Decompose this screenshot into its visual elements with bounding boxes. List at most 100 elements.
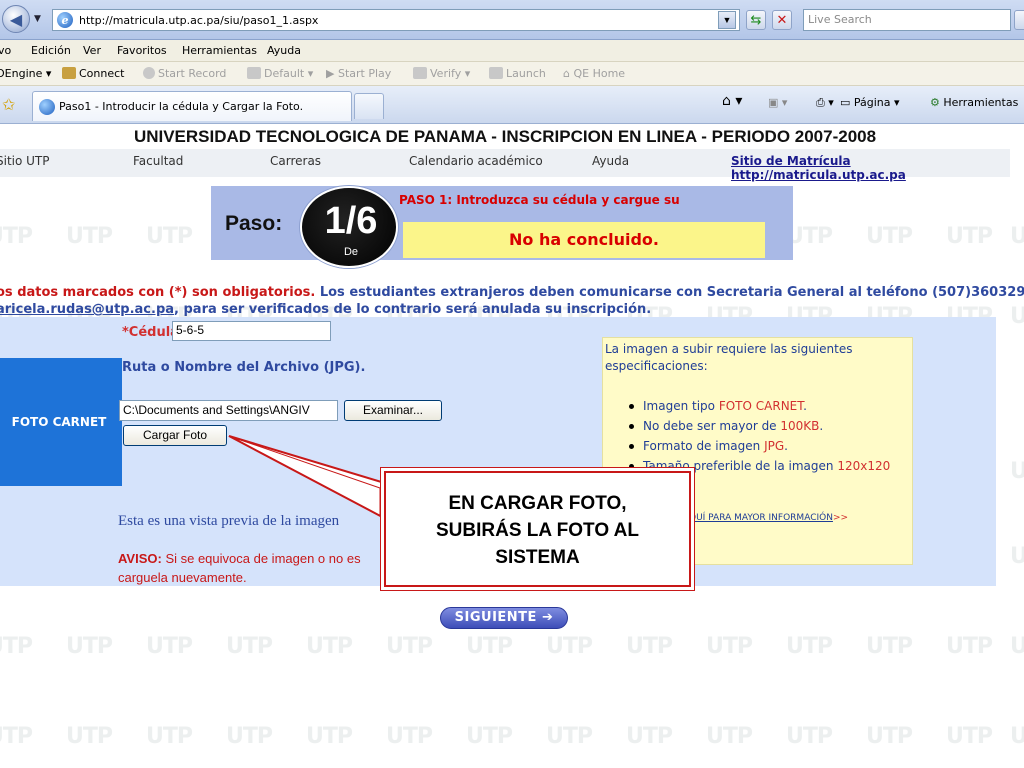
url-field[interactable]: e http://matricula.utp.ac.pa/siu/paso1_1… xyxy=(52,9,740,31)
utp-watermark: UTP xyxy=(66,224,113,249)
tab-bar: ✩ Paso1 - Introducir la cédula y Cargar … xyxy=(0,86,1024,124)
utp-watermark: UTP xyxy=(1010,634,1024,659)
utp-watermark: UTP xyxy=(66,634,113,659)
obligatory-red-text: os datos marcados con (*) son obligatori… xyxy=(0,285,316,300)
spec-item: Formato de imagen JPG. xyxy=(627,436,912,456)
verify-icon xyxy=(413,67,427,79)
step-message: PASO 1: Introduzca su cédula y cargue su… xyxy=(399,193,679,207)
utp-watermark: UTP xyxy=(946,634,993,659)
step-status: No ha concluido. xyxy=(403,222,765,258)
stop-icon[interactable]: ✕ xyxy=(772,10,792,30)
utp-watermark: UTP xyxy=(226,634,273,659)
tools-menu[interactable]: ⚙ Herramientas xyxy=(930,96,1018,109)
obligatory-text-2: , para ser verificados de lo contrario s… xyxy=(174,302,652,317)
more-info-link[interactable]: AQUÍ PARA MAYOR INFORMACIÓN>> xyxy=(683,513,848,523)
search-go-icon[interactable] xyxy=(1014,10,1024,30)
connect-button[interactable]: Connect xyxy=(62,67,124,80)
page-title: UNIVERSIDAD TECNOLOGICA DE PANAMA - INSC… xyxy=(133,127,877,146)
back-icon[interactable]: ◀ xyxy=(2,5,30,33)
utp-watermark: UTP xyxy=(786,634,833,659)
menu-ayuda[interactable]: Ayuda xyxy=(267,44,301,57)
utp-watermark: UTP xyxy=(0,634,33,659)
default-dropdown[interactable]: Default ▾ xyxy=(247,67,313,80)
qengine-toolbar: OEngine ▾ Connect Start Record Default ▾… xyxy=(0,62,1024,86)
utp-watermark: UTP xyxy=(306,634,353,659)
next-button[interactable]: SIGUIENTE ➔ xyxy=(440,607,568,629)
spec-item: Imagen tipo FOTO CARNET. xyxy=(627,396,912,416)
callout-box: EN CARGAR FOTO, SUBIRÁS LA FOTO AL SISTE… xyxy=(384,471,691,587)
menu-favoritos[interactable]: Favoritos xyxy=(117,44,167,57)
file-path-label: Ruta o Nombre del Archivo (JPG). xyxy=(122,360,366,375)
menu-archivo[interactable]: vo xyxy=(0,44,11,57)
browse-button[interactable]: Examinar... xyxy=(344,400,442,421)
aviso-line-2: carguela nuevamente. xyxy=(118,570,247,585)
utp-watermark: UTP xyxy=(866,634,913,659)
utp-watermark: UTP xyxy=(1010,544,1024,569)
nav-ayuda[interactable]: Ayuda xyxy=(592,154,629,168)
utp-watermark: UTP xyxy=(146,724,193,749)
utp-watermark: UTP xyxy=(146,224,193,249)
utp-watermark: UTP xyxy=(546,724,593,749)
refresh-icon[interactable]: ⇆ xyxy=(746,10,766,30)
ie-tab-icon xyxy=(39,98,55,115)
nav-facultad[interactable]: Facultad xyxy=(133,154,183,168)
launch-icon xyxy=(489,67,503,79)
aviso-line-1: Si se equivoca de imagen o no es xyxy=(161,551,361,566)
utp-watermark: UTP xyxy=(546,634,593,659)
utp-watermark: UTP xyxy=(626,724,673,749)
utp-watermark: UTP xyxy=(626,634,673,659)
menu-ver[interactable]: Ver xyxy=(83,44,101,57)
utp-watermark: UTP xyxy=(0,224,33,249)
page-menu[interactable]: ▭ Página ▾ xyxy=(840,96,900,109)
file-path-input[interactable]: C:\Documents and Settings\ANGIV xyxy=(119,400,338,421)
callout-text: EN CARGAR FOTO, SUBIRÁS LA FOTO AL SISTE… xyxy=(435,493,640,568)
email-link[interactable]: aricela.rudas@utp.ac.pa xyxy=(0,302,174,317)
favorites-star-icon[interactable]: ✩ xyxy=(2,95,15,114)
spec-intro: La imagen a subir requiere las siguiente… xyxy=(605,342,853,373)
nav-carreras[interactable]: Carreras xyxy=(270,154,321,168)
obligatory-notice: os datos marcados con (*) son obligatori… xyxy=(0,284,1024,318)
utp-watermark: UTP xyxy=(946,724,993,749)
verify-button[interactable]: Verify ▾ xyxy=(413,67,470,80)
upload-photo-button[interactable]: Cargar Foto xyxy=(123,425,227,446)
url-dropdown-icon[interactable]: ▼ xyxy=(718,11,736,29)
menu-bar: vo Edición Ver Favoritos Herramientas Ay… xyxy=(0,40,1024,62)
nav-matricula-link[interactable]: Sitio de Matrícula http://matricula.utp.… xyxy=(731,154,1010,182)
home-icon-small: ⌂ xyxy=(563,67,570,80)
nav-sitio-utp[interactable]: Sitio UTP xyxy=(0,154,50,168)
connect-icon xyxy=(62,67,76,79)
spec-list: Imagen tipo FOTO CARNET. No debe ser may… xyxy=(627,396,912,476)
qengine-menu[interactable]: OEngine ▾ xyxy=(0,67,51,80)
utp-watermark: UTP xyxy=(226,724,273,749)
feeds-icon[interactable]: ▣ ▾ xyxy=(768,96,787,109)
default-icon xyxy=(247,67,261,79)
step-circle: 1/6 De xyxy=(300,186,398,268)
start-play-button[interactable]: ▶ Start Play xyxy=(326,67,391,80)
history-dropdown-icon[interactable]: ▼ xyxy=(34,14,41,24)
step-banner: Paso: 1/6 De PASO 1: Introduzca su cédul… xyxy=(211,186,793,268)
home-icon[interactable]: ⌂ ▾ xyxy=(722,93,742,109)
menu-edicion[interactable]: Edición xyxy=(31,44,71,57)
play-icon: ▶ xyxy=(326,67,335,80)
utp-watermark: UTP xyxy=(706,724,753,749)
launch-button[interactable]: Launch xyxy=(489,67,546,80)
print-icon[interactable]: ⎙ ▾ xyxy=(816,96,834,110)
utp-watermark: UTP xyxy=(1010,224,1024,249)
search-input[interactable]: Live Search xyxy=(803,9,1011,31)
aviso-text: AVISO: Si se equivoca de imagen o no es … xyxy=(118,549,361,587)
qe-home-button[interactable]: ⌂ QE Home xyxy=(563,67,625,80)
utp-watermark: UTP xyxy=(1010,724,1024,749)
cedula-input[interactable]: 5-6-5 xyxy=(172,321,331,341)
address-bar: ◀ ▼ e http://matricula.utp.ac.pa/siu/pas… xyxy=(0,0,1024,40)
utp-watermark: UTP xyxy=(946,224,993,249)
utp-watermark: UTP xyxy=(466,634,513,659)
utp-watermark: UTP xyxy=(66,724,113,749)
spec-item: No debe ser mayor de 100KB. xyxy=(627,416,912,436)
utp-watermark: UTP xyxy=(706,634,753,659)
step-number: 1/6 xyxy=(324,200,378,242)
nav-calendario[interactable]: Calendario académico xyxy=(409,154,543,168)
tab-paso1[interactable]: Paso1 - Introducir la cédula y Cargar la… xyxy=(32,91,352,121)
start-record-button[interactable]: Start Record xyxy=(143,67,226,80)
new-tab-button[interactable] xyxy=(354,93,384,119)
menu-herramientas[interactable]: Herramientas xyxy=(182,44,257,57)
